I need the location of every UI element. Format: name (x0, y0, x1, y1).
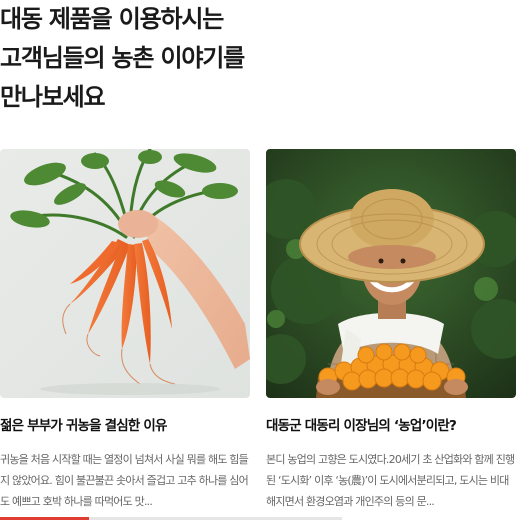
farmer-photo[interactable] (266, 149, 516, 398)
carousel-progress-indicator (0, 517, 89, 520)
card-title[interactable]: 대동군 대동리 이장님의 ‘농업’이란? (266, 416, 516, 436)
carrots-photo[interactable] (0, 149, 250, 398)
card-title[interactable]: 젊은 부부가 귀농을 결심한 이유 (0, 416, 250, 436)
headline-line-1: 대동 제품을 이용하시는 (0, 5, 224, 33)
story-card-young-couple[interactable]: 젊은 부부가 귀농을 결심한 이유 귀농을 처음 시작할 때는 열정이 넘쳐서 … (0, 149, 250, 512)
headline-line-2: 고객님들의 농촌 이야기를 (0, 44, 245, 72)
card-excerpt: 귀농을 처음 시작할 때는 열정이 넘쳐서 사실 뭐를 해도 힘들지 않았어요.… (0, 453, 249, 508)
headline-line-3: 만나보세요 (0, 83, 106, 111)
carousel-progress-bar[interactable] (0, 517, 342, 520)
card-excerpt: 본디 농업의 고향은 도시였다.20세기 초 산업화와 함께 진행된 ‘도시화’… (266, 453, 515, 508)
section-headline: 대동 제품을 이용하시는 고객님들의 농촌 이야기를 만나보세요 (0, 0, 300, 117)
story-card-village-chief[interactable]: 대동군 대동리 이장님의 ‘농업’이란? 본디 농업의 고향은 도시였다.20세… (266, 149, 516, 512)
